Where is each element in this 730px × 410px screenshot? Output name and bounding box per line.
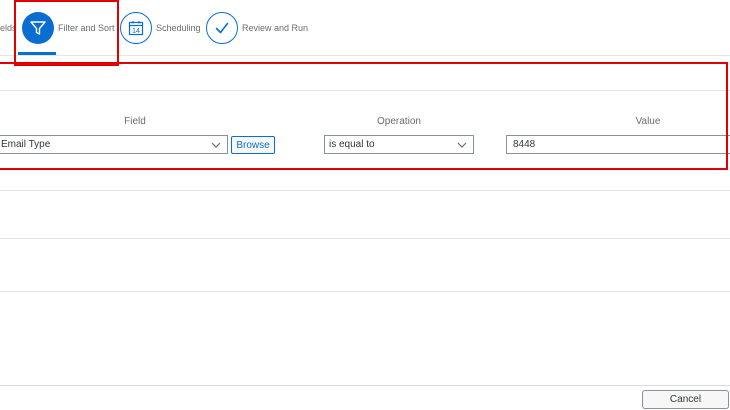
wizard-step-review-and-run[interactable]: Review and Run [206, 0, 308, 56]
divider [0, 238, 730, 239]
calendar-icon: 14 [120, 12, 152, 44]
highlight-box-step [14, 0, 119, 66]
cancel-button[interactable]: Cancel [642, 390, 729, 409]
check-icon [206, 12, 238, 44]
divider [0, 190, 730, 191]
highlight-box-filter-row [0, 62, 728, 170]
wizard-step-label: Scheduling [156, 23, 201, 33]
divider [0, 291, 730, 292]
footer-bar [0, 385, 730, 410]
wizard-step-scheduling[interactable]: 14 Scheduling [120, 0, 201, 56]
svg-text:14: 14 [132, 28, 140, 35]
wizard-step-label: Review and Run [242, 23, 309, 33]
